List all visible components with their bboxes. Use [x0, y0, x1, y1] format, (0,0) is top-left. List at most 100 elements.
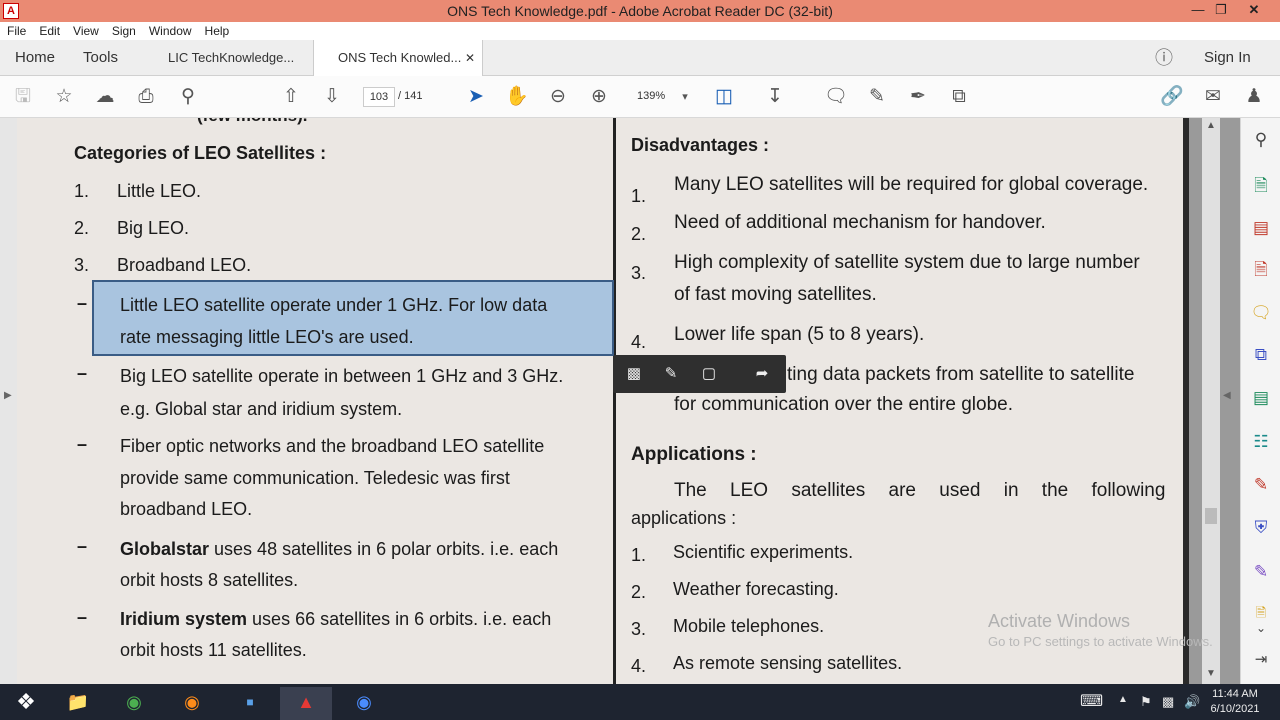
close-button[interactable]: ✕	[1239, 0, 1269, 22]
restore-button[interactable]: ❐	[1206, 0, 1236, 22]
upload-cloud-icon[interactable]: ☁	[93, 85, 117, 109]
zoom-in-icon[interactable]: ⊕	[587, 85, 611, 109]
mail-icon[interactable]: ✉	[1201, 85, 1225, 109]
sign-icon[interactable]: ✒	[906, 85, 930, 109]
create-pdf-icon[interactable]: 🗎	[1249, 258, 1273, 282]
request-signature-icon[interactable]: ✎	[1249, 560, 1273, 584]
next-page-icon[interactable]: ⇩	[320, 85, 344, 109]
tab-tools[interactable]: Tools	[83, 40, 118, 76]
collapse-panel-icon[interactable]: ⇥	[1249, 648, 1273, 672]
tab-label: LIC TechKnowledge...	[168, 50, 295, 65]
zoom-level[interactable]: 139%	[637, 90, 665, 102]
text-span: uses 66 satellites in 6 orbits. i.e. eac…	[247, 609, 552, 629]
boss-app-icon[interactable]: ■	[224, 687, 276, 720]
keyboard-icon[interactable]: ⌨	[1080, 691, 1103, 711]
text-line: provide same communication. Teledesic wa…	[120, 468, 510, 488]
highlight-icon[interactable]: ✎	[661, 364, 681, 382]
panel-scroll-down-icon[interactable]: ⌄	[1249, 616, 1273, 640]
flag-icon[interactable]: ⚑	[1140, 694, 1152, 710]
menu-view[interactable]: View	[66, 22, 105, 38]
comment-tool-icon[interactable]: 🗨	[1249, 301, 1273, 325]
stamp-icon[interactable]: ⧉	[947, 85, 971, 109]
scroll-mode-icon[interactable]: ↧	[763, 85, 787, 109]
selected-text-line[interactable]: Little LEO satellite operate under 1 GHz…	[120, 295, 547, 316]
text-line: Many LEO satellites will be required for…	[674, 174, 1149, 195]
column-divider	[613, 118, 616, 684]
list-number: 4.	[631, 656, 647, 676]
export-pdf-icon[interactable]: 🗎	[1249, 174, 1273, 198]
bullet-dash: –	[77, 434, 88, 454]
strikethrough-icon[interactable]: ▢	[699, 364, 719, 382]
hand-tool-icon[interactable]: ✋	[505, 85, 529, 109]
tab-document-ons[interactable]: ONS Tech Knowled... ✕	[313, 40, 483, 77]
edit-pdf-icon[interactable]: ▤	[1249, 386, 1273, 410]
comment-icon[interactable]: 🗨	[824, 85, 848, 109]
bullet-dash: –	[77, 536, 88, 556]
protect-shield-icon[interactable]: ⛨	[1249, 516, 1273, 540]
menu-sign[interactable]: Sign	[105, 22, 142, 38]
scroll-down-icon[interactable]: ▼	[1206, 668, 1216, 679]
zoom-out-icon[interactable]: ⊖	[546, 85, 570, 109]
page-edge	[1183, 118, 1189, 684]
scroll-up-icon[interactable]: ▲	[1206, 120, 1216, 131]
zoom-app-icon[interactable]: ◉	[338, 687, 390, 720]
tab-label: ONS Tech Knowled...	[338, 50, 462, 65]
text-line: Iridium system uses 66 satellites in 6 o…	[120, 609, 551, 630]
left-pane-strip: ▶	[0, 118, 17, 684]
acrobat-taskbar-icon[interactable]: ▲	[280, 687, 332, 720]
bookmark-star-icon[interactable]: ☆	[52, 85, 76, 109]
select-cursor-icon[interactable]: ➤	[464, 85, 488, 109]
export-icon[interactable]: ☷	[1249, 430, 1273, 454]
tab-home[interactable]: Home	[15, 40, 55, 76]
chrome-icon[interactable]: ◉	[108, 687, 160, 720]
sign-in-button[interactable]: Sign In	[1204, 40, 1251, 76]
search-icon[interactable]: ⚲	[176, 85, 200, 109]
list-item: Weather forecasting.	[673, 579, 839, 599]
text-line: Fiber optic networks and the broadband L…	[120, 436, 545, 456]
combine-files-icon[interactable]: ⧉	[1249, 343, 1273, 367]
scroll-thumb[interactable]	[1205, 508, 1217, 524]
menu-edit[interactable]: Edit	[32, 22, 66, 38]
list-number: 1.	[74, 181, 90, 201]
categories-heading: Categories of LEO Satellites :	[74, 143, 327, 163]
add-comment-icon[interactable]: ▩	[624, 364, 644, 382]
more-options-icon[interactable]: ➦	[752, 364, 772, 382]
selected-text-line[interactable]: rate messaging little LEO's are used.	[120, 327, 414, 348]
link-icon[interactable]: 🔗	[1160, 85, 1184, 109]
help-icon[interactable]: ⓘ	[1155, 40, 1173, 76]
bullet-dash: –	[77, 293, 88, 313]
menu-window[interactable]: Window	[142, 22, 198, 38]
list-number: 2.	[74, 218, 90, 238]
add-user-icon[interactable]: ♟	[1242, 85, 1266, 109]
print-icon[interactable]: ⎙	[134, 85, 158, 109]
tray-expand-icon[interactable]: ▲	[1118, 694, 1128, 705]
bullet-dash: –	[77, 363, 88, 383]
list-item: Big LEO.	[117, 218, 190, 238]
vertical-scrollbar[interactable]: ▲ ▼	[1202, 118, 1220, 684]
applications-heading: Applications :	[631, 444, 757, 465]
file-explorer-icon[interactable]: 📁	[52, 687, 104, 720]
expand-left-pane-icon[interactable]: ▶	[4, 390, 12, 401]
highlight-pen-icon[interactable]: ✎	[865, 85, 889, 109]
network-icon[interactable]: ▩	[1162, 694, 1174, 710]
previous-page-icon[interactable]: ⇧	[279, 85, 303, 109]
organize-pages-icon[interactable]: ▤	[1249, 216, 1273, 240]
page-number-input[interactable]: 103	[363, 87, 395, 107]
close-tab-icon[interactable]: ✕	[465, 40, 475, 76]
tab-document-lic[interactable]: LIC TechKnowledge...	[152, 40, 312, 76]
menu-help[interactable]: Help	[198, 22, 236, 38]
collapse-right-pane-icon[interactable]: ◀	[1223, 390, 1231, 401]
menu-file[interactable]: File	[0, 22, 32, 38]
firefox-icon[interactable]: ◉	[166, 687, 218, 720]
list-item: As remote sensing satellites.	[673, 653, 903, 673]
system-clock[interactable]: 11:44 AM 6/10/2021	[1206, 687, 1264, 717]
activation-watermark-subtitle: Go to PC settings to activate Windows.	[988, 634, 1213, 649]
fit-page-icon[interactable]: ◫	[712, 85, 736, 109]
save-icon[interactable]: 🖫	[11, 85, 35, 109]
start-windows-icon[interactable]: ❖	[0, 687, 52, 720]
fill-sign-icon[interactable]: ✎	[1249, 473, 1273, 497]
document-view[interactable]: ▶ (few months). Categories of LEO Satell…	[0, 118, 1240, 684]
search-tool-icon[interactable]: ⚲	[1249, 128, 1273, 152]
zoom-dropdown-icon[interactable]: ▾	[673, 85, 697, 109]
volume-icon[interactable]: 🔊	[1184, 694, 1200, 710]
